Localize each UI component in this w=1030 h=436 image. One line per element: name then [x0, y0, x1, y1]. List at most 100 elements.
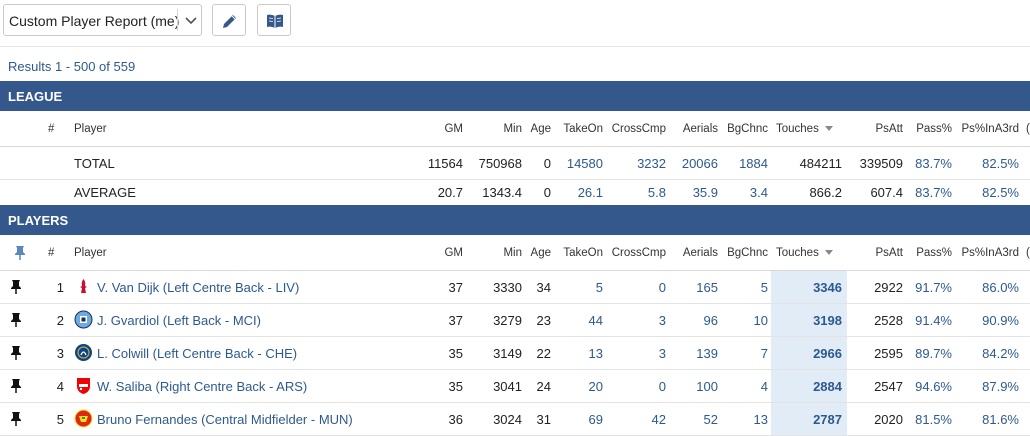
- cell-touches: 866.2: [809, 185, 842, 200]
- pin-icon[interactable]: [10, 313, 22, 327]
- col-gm[interactable]: GM: [444, 247, 463, 259]
- cell-age: 24: [536, 379, 551, 394]
- col-min[interactable]: Min: [503, 123, 522, 135]
- league-title: LEAGUE: [8, 89, 63, 104]
- cell-aerials: 52: [703, 412, 718, 427]
- col-crosscmp[interactable]: CrossCmp: [612, 247, 666, 259]
- player-name-link[interactable]: V. Van Dijk (Left Centre Back - LIV): [97, 280, 299, 295]
- player-name-link[interactable]: Bruno Fernandes (Central Midfielder - MU…: [97, 412, 353, 427]
- league-column-header: # Player GM Min Age TakeOn CrossCmp Aeri…: [0, 111, 1030, 147]
- book-icon: [267, 14, 283, 28]
- cell-rank: 5: [56, 412, 64, 427]
- cell-takeon: 26.1: [577, 185, 603, 200]
- col-passpct[interactable]: Pass%: [916, 247, 952, 259]
- player-name-link[interactable]: L. Colwill (Left Centre Back - CHE): [97, 346, 297, 361]
- pin-icon[interactable]: [10, 379, 22, 393]
- cell-min: 3149: [493, 346, 522, 361]
- player-row[interactable]: 5 Bruno Fernandes (Central Midfielder - M…: [0, 403, 1030, 436]
- cell-takeon: 69: [588, 412, 603, 427]
- cell-aerials: 100: [696, 379, 718, 394]
- col-aerials[interactable]: Aerials: [683, 123, 718, 135]
- toolbar-divider: [0, 46, 1030, 47]
- cell-min: 1343.4: [482, 185, 522, 200]
- cell-rank: 1: [56, 280, 64, 295]
- col-bgchnc[interactable]: BgChnc: [727, 247, 768, 259]
- col-touches-label: Touches: [776, 123, 819, 135]
- col-min[interactable]: Min: [503, 247, 522, 259]
- report-guide-button[interactable]: [257, 4, 291, 36]
- cell-gm: 11564: [427, 156, 463, 171]
- cell-min: 3041: [493, 379, 522, 394]
- cell-gm: 20.7: [437, 185, 463, 200]
- col-psatt[interactable]: PsAtt: [876, 247, 903, 259]
- cell-age: 0: [543, 156, 551, 171]
- cell-passpct: 94.6%: [915, 379, 952, 394]
- cell-age: 34: [536, 280, 551, 295]
- col-extra[interactable]: (: [1026, 123, 1030, 135]
- cell-crosscmp: 0: [658, 379, 666, 394]
- cell-psina3rd: 84.2%: [982, 346, 1019, 361]
- player-name-link[interactable]: J. Gvardiol (Left Back - MCI): [97, 313, 261, 328]
- col-gm[interactable]: GM: [444, 123, 463, 135]
- col-bgchnc[interactable]: BgChnc: [727, 123, 768, 135]
- col-crosscmp[interactable]: CrossCmp: [612, 123, 666, 135]
- col-player[interactable]: Player: [74, 123, 107, 135]
- cell-psatt: 2020: [874, 412, 903, 427]
- col-takeon[interactable]: TakeOn: [563, 123, 603, 135]
- col-extra[interactable]: (: [1026, 247, 1030, 259]
- player-row[interactable]: 3 L. Colwill (Left Centre Back - CHE) 35 31…: [0, 337, 1030, 370]
- col-rank[interactable]: #: [48, 247, 54, 259]
- player-name-link[interactable]: W. Saliba (Right Centre Back - ARS): [97, 379, 307, 394]
- cell-bgchnc: 5: [760, 280, 768, 295]
- cell-gm: 37: [448, 313, 463, 328]
- cell-aerials: 165: [696, 280, 718, 295]
- player-row[interactable]: 4 W. Saliba (Right Centre Back - ARS) 35 30…: [0, 370, 1030, 403]
- cell-psina3rd: 90.9%: [982, 313, 1019, 328]
- cell-aerials: 20066: [681, 156, 718, 171]
- chelsea-crest-icon: [75, 344, 92, 361]
- cell-touches: 3198: [813, 313, 842, 328]
- cell-rank: 2: [56, 313, 64, 328]
- col-aerials[interactable]: Aerials: [683, 247, 718, 259]
- edit-report-button[interactable]: [212, 4, 246, 36]
- cell-aerials: 96: [703, 313, 718, 328]
- cell-takeon: 20: [588, 379, 603, 394]
- col-psina3rd[interactable]: Ps%InA3rd: [961, 247, 1019, 259]
- report-select-value: Custom Player Report (me): [9, 13, 180, 29]
- cell-psatt: 2547: [874, 379, 903, 394]
- report-select[interactable]: Custom Player Report (me): [3, 4, 202, 36]
- pin-icon[interactable]: [10, 280, 22, 294]
- col-psatt[interactable]: PsAtt: [876, 123, 903, 135]
- cell-min: 3279: [493, 313, 522, 328]
- cell-gm: 35: [448, 346, 463, 361]
- player-row[interactable]: 1 V. Van Dijk (Left Centre Back - LIV) 37 3…: [0, 271, 1030, 304]
- col-age[interactable]: Age: [531, 247, 551, 259]
- pin-icon[interactable]: [10, 412, 22, 426]
- cell-takeon: 13: [588, 346, 603, 361]
- col-touches[interactable]: Touches: [776, 247, 833, 259]
- col-rank[interactable]: #: [48, 123, 54, 135]
- player-row[interactable]: 2 J. Gvardiol (Left Back - MCI) 37 3279 23 44…: [0, 304, 1030, 337]
- row-label: TOTAL: [74, 156, 115, 171]
- pin-column-icon[interactable]: [14, 245, 26, 261]
- cell-psina3rd: 87.9%: [982, 379, 1019, 394]
- col-passpct[interactable]: Pass%: [916, 123, 952, 135]
- col-player[interactable]: Player: [74, 247, 107, 259]
- chevron-down-icon: [185, 17, 197, 25]
- pin-icon[interactable]: [10, 346, 22, 360]
- col-touches[interactable]: Touches: [776, 123, 833, 135]
- cell-psina3rd: 82.5%: [982, 185, 1019, 200]
- cell-bgchnc: 1884: [739, 156, 768, 171]
- cell-crosscmp: 5.8: [647, 185, 666, 200]
- arsenal-crest-icon: [77, 378, 90, 394]
- cell-bgchnc: 4: [760, 379, 768, 394]
- cell-touches: 484211: [799, 156, 842, 171]
- cell-crosscmp: 0: [658, 280, 666, 295]
- cell-psina3rd: 86.0%: [982, 280, 1019, 295]
- col-takeon[interactable]: TakeOn: [563, 247, 603, 259]
- col-age[interactable]: Age: [531, 123, 551, 135]
- cell-age: 23: [536, 313, 551, 328]
- cell-psatt: 607.4: [870, 185, 903, 200]
- row-label: AVERAGE: [74, 185, 136, 200]
- col-psina3rd[interactable]: Ps%InA3rd: [961, 123, 1019, 135]
